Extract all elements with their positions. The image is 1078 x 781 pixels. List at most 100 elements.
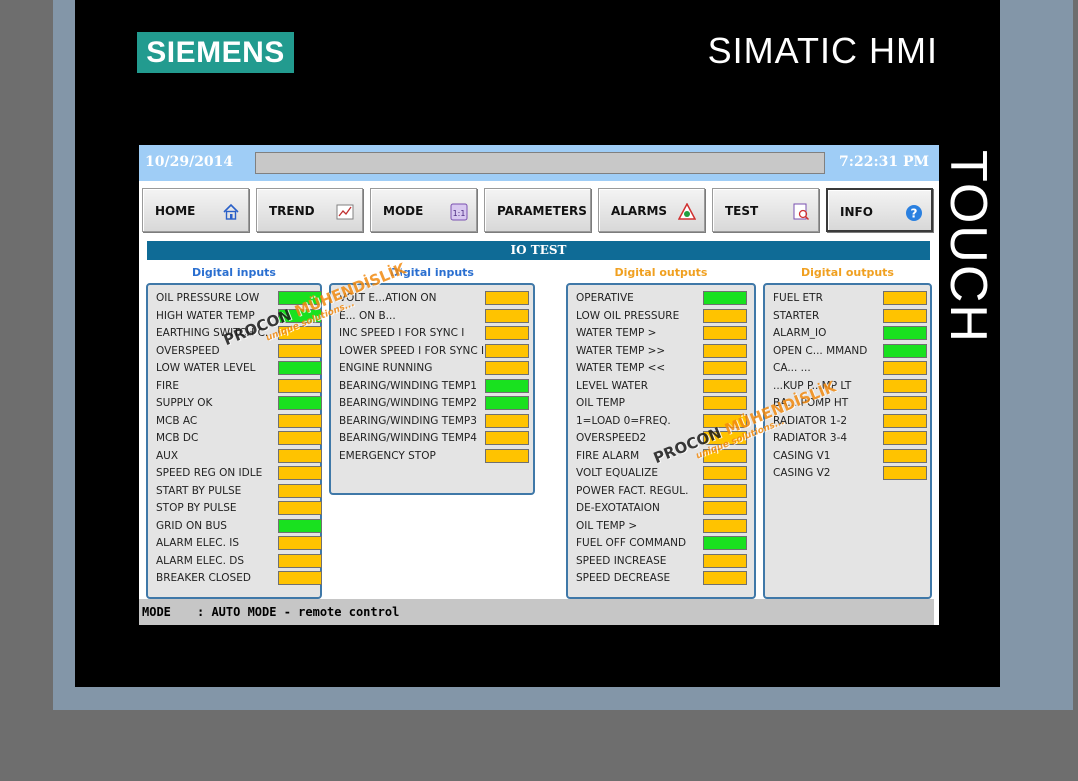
io-signal-name: EMERGENCY STOP	[339, 449, 436, 462]
io-row: WATER TEMP >	[576, 325, 762, 342]
io-status-indicator	[278, 361, 322, 375]
io-status-indicator	[485, 308, 529, 323]
io-status-indicator	[703, 326, 747, 340]
io-signal-name: LOW WATER LEVEL	[156, 362, 256, 374]
nav-button-label: TEST	[725, 204, 759, 218]
info-icon: ?	[905, 204, 923, 222]
io-row: MCB DC	[156, 430, 328, 447]
io-signal-name: 1=LOAD 0=FREQ.	[576, 414, 671, 427]
io-signal-name: GRID ON BUS	[156, 519, 227, 532]
io-status-indicator	[883, 308, 927, 323]
io-signal-name: HIGH WATER TEMP	[156, 309, 255, 322]
io-row: ALARM ELEC. IS	[156, 535, 328, 552]
io-signal-name: MCB AC	[156, 414, 198, 427]
io-signal-name: OIL TEMP >	[576, 519, 638, 532]
io-row: SPEED INCREASE	[576, 553, 762, 570]
io-signal-name: OPERATIVE	[576, 292, 634, 304]
io-status-indicator	[485, 361, 529, 375]
io-signal-name: WATER TEMP >	[576, 327, 657, 339]
io-row: CASING V2	[773, 465, 938, 482]
io-row: ALARM ELEC. DS	[156, 553, 328, 570]
io-status-indicator	[703, 396, 747, 410]
nav-button-parameters[interactable]: PARAMETERS	[484, 188, 591, 232]
io-signal-name: OVERSPEED2	[576, 432, 647, 444]
touch-label: TOUCH	[939, 150, 997, 344]
io-status-indicator	[485, 431, 529, 445]
io-row: BEARING/WINDING TEMP3	[339, 413, 541, 430]
io-status-indicator	[883, 343, 927, 358]
io-row: LOW WATER LEVEL	[156, 360, 328, 377]
io-row: CA... ...	[773, 360, 938, 377]
io-status-indicator	[278, 413, 322, 428]
io-signal-name: BEARING/WINDING TEMP4	[339, 432, 477, 444]
io-row: BREAKER CLOSED	[156, 570, 328, 587]
io-signal-name: MCB DC	[156, 432, 199, 444]
status-key: MODE	[142, 605, 171, 619]
alarm-icon	[677, 202, 697, 221]
nav-button-label: TREND	[269, 204, 315, 218]
io-status-indicator	[278, 571, 322, 585]
nav-bar: HOME TREND MODE 1:1 PARAMETERS ALARMS TEST INFO…	[139, 186, 939, 234]
io-row: MCB AC	[156, 413, 328, 430]
io-signal-name: BEARING/WINDING TEMP3	[339, 414, 477, 427]
io-signal-name: ALARM ELEC. DS	[156, 554, 245, 567]
io-signal-name: SPEED REG ON IDLE	[156, 467, 263, 479]
io-row: SUPPLY OK	[156, 395, 328, 412]
io-signal-name: LOWER SPEED I FOR SYNC I	[339, 344, 485, 357]
column-heading: Digital inputs	[192, 266, 276, 279]
io-panel-4: FUEL ETR STARTER ALARM_IO OPEN C... MMAND CA…	[763, 283, 932, 599]
nav-button-mode[interactable]: MODE 1:1	[370, 188, 477, 232]
io-status-indicator	[883, 361, 927, 375]
io-signal-name: WATER TEMP >>	[576, 344, 666, 357]
mode-icon: 1:1	[450, 203, 468, 221]
nav-button-label: INFO	[840, 205, 873, 219]
svg-text:1:1: 1:1	[453, 209, 466, 218]
io-status-indicator	[883, 448, 927, 463]
io-status-indicator	[278, 536, 322, 550]
io-status-indicator	[703, 361, 747, 375]
top-bar: 10/29/2014 7:22:31 PM	[139, 145, 939, 181]
io-status-indicator	[703, 536, 747, 550]
nav-button-trend[interactable]: TREND	[256, 188, 363, 232]
io-row: BEARING/WINDING TEMP4	[339, 430, 541, 447]
status-value: : AUTO MODE - remote control	[197, 605, 400, 619]
trend-icon	[336, 203, 354, 221]
io-status-indicator	[883, 396, 927, 410]
io-row: GRID ON BUS	[156, 518, 328, 535]
message-field	[255, 152, 825, 174]
nav-button-home[interactable]: HOME	[142, 188, 249, 232]
io-signal-name: BEARING/WINDING TEMP2	[339, 397, 477, 409]
io-status-indicator	[703, 518, 747, 533]
io-row: SPEED REG ON IDLE	[156, 465, 328, 482]
io-status-indicator	[703, 308, 747, 323]
io-row: BEARING/WINDING TEMP1	[339, 378, 541, 395]
io-row: START BY PULSE	[156, 483, 328, 500]
io-status-indicator	[883, 413, 927, 428]
io-signal-name: STARTER	[773, 309, 820, 322]
io-row: WATER TEMP <<	[576, 360, 762, 377]
io-signal-name: WATER TEMP <<	[576, 362, 666, 374]
io-status-indicator	[278, 466, 322, 480]
io-signal-name: OIL TEMP	[576, 397, 625, 409]
io-signal-name: ALARM ELEC. IS	[156, 537, 240, 549]
io-status-indicator	[485, 326, 529, 340]
io-status-indicator	[485, 343, 529, 358]
nav-button-info[interactable]: INFO?	[826, 188, 933, 232]
io-row: OPERATIVE	[576, 290, 762, 307]
date-display: 10/29/2014	[145, 154, 234, 170]
io-signal-name: POWER FACT. REGUL.	[576, 484, 689, 497]
io-status-indicator	[883, 378, 927, 393]
io-status-indicator	[278, 343, 322, 358]
io-signal-name: VOLT EQUALIZE	[576, 467, 658, 479]
io-status-indicator	[703, 466, 747, 480]
nav-button-test[interactable]: TEST	[712, 188, 819, 232]
io-signal-name: AUX	[156, 449, 179, 462]
io-signal-name: SPEED INCREASE	[576, 554, 667, 567]
io-row: E... ON B...	[339, 308, 541, 325]
io-row: FUEL OFF COMMAND	[576, 535, 762, 552]
nav-button-alarms[interactable]: ALARMS	[598, 188, 705, 232]
io-status-indicator	[703, 571, 747, 585]
io-signal-name: START BY PULSE	[156, 484, 242, 497]
nav-button-label: PARAMETERS	[497, 204, 587, 218]
io-signal-name: CASING V2	[773, 467, 831, 479]
